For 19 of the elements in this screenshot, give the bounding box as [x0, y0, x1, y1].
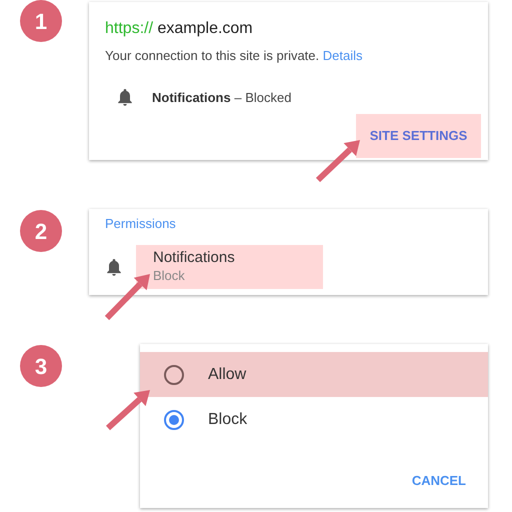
pointer-arrow	[104, 274, 150, 320]
notifications-setting[interactable]: Notifications Block	[136, 245, 323, 289]
bell-icon	[117, 88, 133, 106]
pointer-arrow	[316, 140, 360, 182]
notifications-status: Notifications – Blocked	[152, 88, 292, 106]
radio-button[interactable]	[164, 364, 184, 384]
permissions-heading: Permissions	[105, 215, 177, 233]
step-number: 2	[20, 210, 62, 252]
radio-option[interactable]: Block	[140, 397, 488, 442]
radio-button[interactable]	[164, 410, 184, 430]
pointer-arrow	[106, 390, 150, 430]
option-label: Allow	[208, 364, 246, 384]
option-label: Block	[208, 410, 248, 430]
radio-option[interactable]: Allow	[140, 352, 488, 397]
connection-message: Your connection to this site is private. Details	[105, 47, 364, 65]
bell-icon	[106, 258, 122, 276]
step-number: 1	[20, 0, 62, 42]
step-number: 3	[20, 345, 62, 387]
site-address: https:// example.com	[105, 19, 254, 39]
